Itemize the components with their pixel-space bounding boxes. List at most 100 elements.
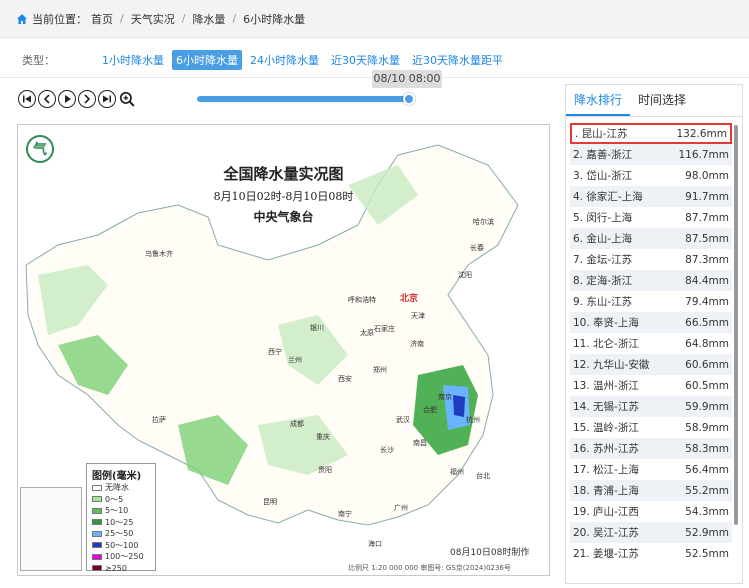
type-label: 类型： bbox=[22, 53, 55, 67]
station-value: 60.6mm bbox=[685, 358, 729, 371]
ranking-row[interactable]: . 昆山-江苏 132.6mm bbox=[570, 123, 732, 144]
station-name: 14. 无锡-江苏 bbox=[573, 401, 639, 413]
city-label: 济南 bbox=[410, 340, 424, 348]
breadcrumb-prefix: 当前位置： bbox=[32, 12, 87, 26]
ranking-panel: 降水排行 时间选择 . 昆山-江苏 132.6mm 2. 嘉善-浙江 116.7mm 3… bbox=[565, 84, 743, 584]
station-value: 116.7mm bbox=[678, 148, 729, 161]
ranking-row[interactable]: 18. 青浦-上海 55.2mm bbox=[570, 480, 732, 501]
city-label: 西宁 bbox=[268, 348, 282, 356]
tab-24h[interactable]: 24小时降水量 bbox=[246, 50, 323, 70]
breadcrumb-precip[interactable]: 降水量 bbox=[192, 11, 225, 27]
ranking-row[interactable]: 12. 九华山-安徽 60.6mm bbox=[570, 354, 732, 375]
legend-item: 10～25 bbox=[92, 517, 150, 529]
ranking-row[interactable]: 13. 温州-浙江 60.5mm bbox=[570, 375, 732, 396]
ranking-row[interactable]: 11. 北仑-浙江 64.8mm bbox=[570, 333, 732, 354]
city-label: 长春 bbox=[470, 244, 484, 252]
city-label: 贵阳 bbox=[318, 466, 332, 474]
legend-title: 图例(毫米) bbox=[92, 471, 142, 482]
time-slider[interactable] bbox=[197, 93, 415, 105]
ranking-row[interactable]: 3. 岱山-浙江 98.0mm bbox=[570, 165, 732, 186]
play-button[interactable] bbox=[58, 90, 76, 108]
ranking-row[interactable]: 8. 定海-浙江 84.4mm bbox=[570, 270, 732, 291]
map-scale: 比例尺 1:20 000 000 审图号: GS京(2024)0236号 bbox=[348, 564, 511, 572]
zoom-in-icon bbox=[119, 91, 135, 107]
ranking-row[interactable]: 5. 闵行-上海 87.7mm bbox=[570, 207, 732, 228]
zoom-button[interactable] bbox=[118, 90, 136, 108]
precipitation-map: 气 全国降水量实况图 8月10日02时-8月10日08时 中央气象台 乌鲁木齐 … bbox=[17, 124, 550, 576]
skip-first-icon bbox=[23, 95, 31, 103]
station-name: 19. 庐山-江西 bbox=[573, 506, 639, 518]
ranking-row[interactable]: 14. 无锡-江苏 59.9mm bbox=[570, 396, 732, 417]
station-name: 4. 徐家汇-上海 bbox=[573, 191, 643, 203]
station-name: 13. 温州-浙江 bbox=[573, 380, 639, 392]
scrollbar[interactable] bbox=[734, 125, 738, 525]
station-value: 132.6mm bbox=[676, 127, 727, 140]
map-made-time: 08月10日08时制作 bbox=[450, 548, 530, 558]
home-icon bbox=[17, 13, 27, 24]
city-label: 南京 bbox=[438, 393, 452, 401]
city-label: 福州 bbox=[450, 468, 464, 476]
station-value: 66.5mm bbox=[685, 316, 729, 329]
city-label: 台北 bbox=[476, 472, 490, 480]
map-legend: 图例(毫米) 无降水 0～5 5～10 10～25 25～50 50～100 1… bbox=[86, 463, 156, 573]
ranking-row[interactable]: 19. 庐山-江西 54.3mm bbox=[570, 501, 732, 522]
ranking-row[interactable]: 16. 苏州-江苏 58.3mm bbox=[570, 438, 732, 459]
ranking-row[interactable]: 2. 嘉善-浙江 116.7mm bbox=[570, 144, 732, 165]
tab-6h[interactable]: 6小时降水量 bbox=[172, 49, 242, 70]
play-icon bbox=[65, 95, 71, 103]
legend-item: 50～100 bbox=[92, 540, 150, 552]
city-label: 乌鲁木齐 bbox=[145, 250, 173, 258]
south-china-sea-inset bbox=[20, 487, 82, 571]
tab-precip-ranking[interactable]: 降水排行 bbox=[566, 85, 631, 116]
station-name: 12. 九华山-安徽 bbox=[573, 359, 650, 371]
station-name: 17. 松江-上海 bbox=[573, 464, 639, 476]
tab-1h[interactable]: 1小时降水量 bbox=[98, 50, 168, 70]
prev-frame-button[interactable] bbox=[38, 90, 56, 108]
chevron-right-icon bbox=[84, 94, 91, 104]
city-label: 呼和浩特 bbox=[348, 296, 376, 304]
city-label: 成都 bbox=[290, 420, 304, 428]
tab-time-select[interactable]: 时间选择 bbox=[630, 85, 694, 116]
station-name: 9. 东山-江苏 bbox=[573, 296, 633, 308]
ranking-row[interactable]: 4. 徐家汇-上海 91.7mm bbox=[570, 186, 732, 207]
ranking-row[interactable]: 21. 姜堰-江苏 52.5mm bbox=[570, 543, 732, 564]
last-frame-button[interactable] bbox=[98, 90, 116, 108]
ranking-list: . 昆山-江苏 132.6mm 2. 嘉善-浙江 116.7mm 3. 岱山-浙江 98.… bbox=[570, 123, 732, 564]
station-value: 91.7mm bbox=[685, 190, 729, 203]
city-label: 天津 bbox=[411, 312, 425, 320]
map-issuer: 中央气象台 bbox=[253, 210, 314, 224]
station-value: 56.4mm bbox=[685, 463, 729, 476]
city-label: 昆明 bbox=[263, 498, 277, 506]
station-value: 59.9mm bbox=[685, 400, 729, 413]
map-title-block: 全国降水量实况图 8月10日02时-8月10日08时 中央气象台 bbox=[18, 163, 549, 225]
next-frame-button[interactable] bbox=[78, 90, 96, 108]
ranking-row[interactable]: 10. 奉贤-上海 66.5mm bbox=[570, 312, 732, 333]
slider-handle[interactable] bbox=[403, 93, 415, 105]
station-value: 58.3mm bbox=[685, 442, 729, 455]
station-name: 20. 吴江-江苏 bbox=[573, 527, 639, 539]
breadcrumb-weather[interactable]: 天气实况 bbox=[131, 11, 175, 27]
tab-30d[interactable]: 近30天降水量 bbox=[327, 50, 404, 70]
ranking-row[interactable]: 7. 金坛-江苏 87.3mm bbox=[570, 249, 732, 270]
legend-item: 100～250 bbox=[92, 551, 150, 563]
ranking-row[interactable]: 17. 松江-上海 56.4mm bbox=[570, 459, 732, 480]
city-label: 兰州 bbox=[288, 356, 302, 364]
station-name: 6. 金山-上海 bbox=[573, 233, 633, 245]
city-label: 石家庄 bbox=[374, 325, 395, 333]
city-label: 郑州 bbox=[373, 366, 387, 374]
city-label: 拉萨 bbox=[152, 416, 166, 424]
ranking-row[interactable]: 6. 金山-上海 87.5mm bbox=[570, 228, 732, 249]
ranking-row[interactable]: 20. 吴江-江苏 52.9mm bbox=[570, 522, 732, 543]
station-value: 52.5mm bbox=[685, 547, 729, 560]
city-label: 南昌 bbox=[413, 439, 427, 447]
breadcrumb-current: 6小时降水量 bbox=[243, 12, 306, 26]
breadcrumb-home[interactable]: 首页 bbox=[91, 11, 113, 27]
city-label: 合肥 bbox=[423, 406, 437, 414]
first-frame-button[interactable] bbox=[18, 90, 36, 108]
station-value: 87.3mm bbox=[685, 253, 729, 266]
ranking-row[interactable]: 15. 温岭-浙江 58.9mm bbox=[570, 417, 732, 438]
station-value: 98.0mm bbox=[685, 169, 729, 182]
map-subtitle: 8月10日02时-8月10日08时 bbox=[213, 190, 354, 203]
ranking-row[interactable]: 9. 东山-江苏 79.4mm bbox=[570, 291, 732, 312]
tab-30d-anomaly[interactable]: 近30天降水量距平 bbox=[408, 50, 507, 70]
